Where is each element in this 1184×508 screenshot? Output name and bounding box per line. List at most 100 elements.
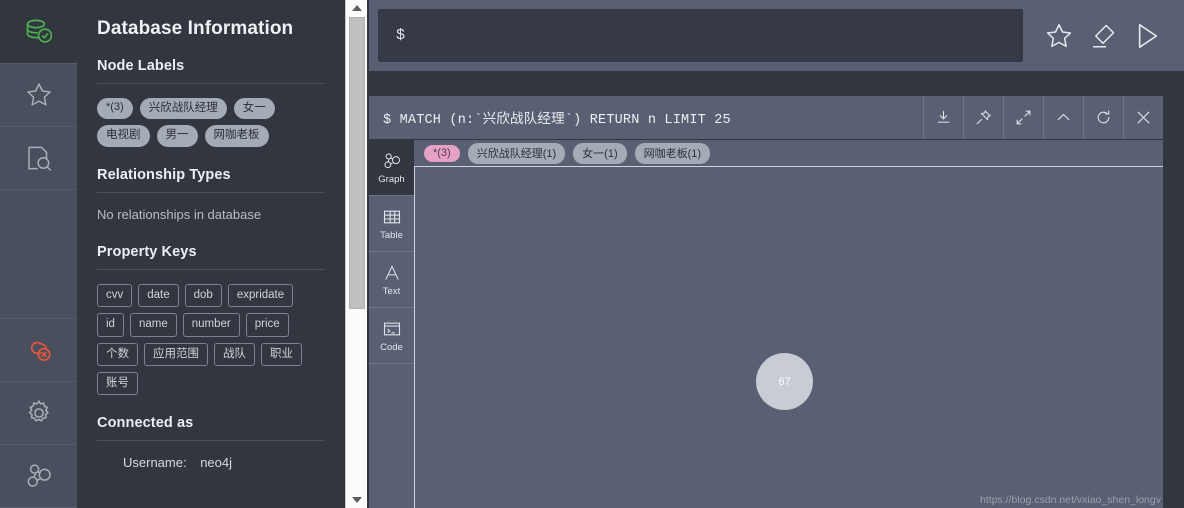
- relationship-types-heading: Relationship Types: [97, 166, 231, 183]
- property-key-chip[interactable]: number: [182, 313, 240, 337]
- property-key-chip[interactable]: date: [138, 283, 179, 308]
- property-keys-chips: cvv date dob expridate id name number pr…: [97, 283, 325, 396]
- node-label-chip[interactable]: 电视剧: [97, 125, 150, 147]
- rerun-button[interactable]: [1083, 96, 1123, 139]
- about-graph-icon: [24, 461, 54, 491]
- tab-table-label: Table: [380, 229, 403, 241]
- property-key-chip[interactable]: cvv: [97, 283, 133, 308]
- query-input[interactable]: $: [378, 9, 1023, 62]
- rail-item-connection[interactable]: [0, 317, 77, 382]
- divider: [97, 268, 325, 270]
- username-label: Username:: [123, 455, 187, 471]
- editor-frame-gap: [369, 71, 1184, 96]
- node-label-chip[interactable]: 女一: [233, 98, 275, 120]
- cloud-disconnected-icon: [24, 335, 54, 365]
- page-title: Database Information: [97, 18, 294, 39]
- node-labels-heading: Node Labels: [97, 58, 185, 74]
- relationship-types-empty: No relationships in database: [97, 206, 262, 222]
- editor-actions: [1023, 14, 1175, 58]
- query-editor-bar: $: [369, 0, 1184, 71]
- result-frame: $ MATCH (n:`兴欣战队经理`) RETURN n LIMIT 25 G…: [369, 96, 1163, 508]
- node-label-chip[interactable]: 男一: [156, 125, 198, 147]
- node-label-chip[interactable]: 兴欣战队经理: [139, 98, 227, 120]
- frame-title-bar: $ MATCH (n:`兴欣战队经理`) RETURN n LIMIT 25: [369, 96, 1163, 140]
- database-information-panel: Database Information Node Labels *(3) 兴欣…: [77, 0, 345, 508]
- frame-body: Graph Table Text Code *(3) 兴欣战队经理(1) 女一(…: [369, 140, 1163, 508]
- editor-prompt: $: [396, 27, 406, 44]
- collapse-button[interactable]: [1043, 96, 1083, 139]
- scroll-up-arrow-icon[interactable]: [346, 0, 368, 16]
- graph-canvas[interactable]: 67 https://blog.csdn.net/vxiao_shen_long…: [414, 167, 1163, 508]
- divider: [97, 440, 325, 442]
- tab-text-label: Text: [382, 285, 401, 297]
- icon-rail: [0, 0, 77, 508]
- property-key-chip[interactable]: name: [129, 313, 177, 337]
- close-icon: [1135, 109, 1152, 126]
- node-label-chip[interactable]: *(3): [97, 98, 133, 120]
- divider: [97, 83, 325, 84]
- rail-item-database[interactable]: [0, 0, 77, 65]
- tab-code-label: Code: [380, 341, 403, 353]
- connected-username-row: Username: neo4j: [97, 455, 325, 470]
- table-icon: [382, 207, 402, 227]
- code-icon: [382, 319, 402, 339]
- node-label-chip[interactable]: 网咖老板: [204, 125, 269, 147]
- download-button[interactable]: [923, 96, 963, 139]
- property-key-chip[interactable]: 战队: [214, 342, 255, 366]
- graph-legend-chip[interactable]: 兴欣战队经理(1): [467, 142, 566, 164]
- neo4j-browser-window: Database Information Node Labels *(3) 兴欣…: [0, 0, 1184, 508]
- favorite-button[interactable]: [1037, 14, 1081, 58]
- rail-item-documents[interactable]: [0, 126, 77, 191]
- graph-legend-chip[interactable]: 网咖老板(1): [634, 142, 711, 164]
- property-key-chip[interactable]: expridate: [227, 283, 294, 308]
- expand-button[interactable]: [1003, 96, 1043, 139]
- graph-node-caption: 67: [778, 375, 791, 388]
- run-button[interactable]: [1125, 14, 1169, 58]
- pin-button[interactable]: [963, 96, 1003, 139]
- frame-query-text: $ MATCH (n:`兴欣战队经理`) RETURN n LIMIT 25: [383, 113, 731, 128]
- graph-view: *(3) 兴欣战队经理(1) 女一(1) 网咖老板(1) 67 https://…: [414, 140, 1163, 508]
- divider: [97, 191, 325, 193]
- property-key-chip[interactable]: 个数: [97, 342, 138, 366]
- scrollbar-thumb[interactable]: [349, 17, 365, 309]
- username-value: neo4j: [200, 455, 233, 471]
- database-status-icon: [22, 15, 56, 49]
- close-button[interactable]: [1123, 96, 1163, 139]
- clear-eraser-icon: [1088, 21, 1118, 51]
- rail-item-settings[interactable]: [0, 380, 77, 445]
- graph-legend-chip[interactable]: *(3): [424, 144, 460, 162]
- scroll-down-arrow-icon[interactable]: [346, 492, 368, 508]
- property-key-chip[interactable]: 职业: [261, 342, 302, 366]
- rail-spacer: [0, 190, 77, 319]
- favorites-star-icon: [24, 80, 54, 110]
- main-area: $ $ MATCH (n:`兴欣战队经理`) RETURN n LIMIT 25…: [345, 0, 1184, 508]
- pin-icon: [975, 109, 992, 126]
- property-key-chip[interactable]: dob: [184, 283, 222, 308]
- connected-as-heading: Connected as: [97, 415, 194, 432]
- property-key-chip[interactable]: 应用范围: [144, 342, 208, 366]
- graph-legend-chips: *(3) 兴欣战队经理(1) 女一(1) 网咖老板(1): [414, 140, 1163, 167]
- tab-graph-label: Graph: [378, 173, 405, 185]
- clear-button[interactable]: [1081, 14, 1125, 58]
- sidebar-scrollbar[interactable]: [345, 0, 367, 508]
- refresh-icon: [1095, 109, 1112, 126]
- favorite-star-icon: [1044, 21, 1074, 51]
- view-tabs: Graph Table Text Code: [369, 140, 414, 508]
- rail-item-about[interactable]: [0, 443, 77, 508]
- tab-table[interactable]: Table: [369, 196, 414, 252]
- run-play-icon: [1131, 20, 1163, 52]
- graph-legend-chip[interactable]: 女一(1): [573, 142, 627, 164]
- graph-node[interactable]: 67: [756, 353, 813, 410]
- tab-text[interactable]: Text: [369, 252, 414, 308]
- download-icon: [935, 109, 952, 126]
- tab-graph[interactable]: Graph: [369, 140, 414, 196]
- settings-gear-icon: [24, 398, 54, 428]
- tab-code[interactable]: Code: [369, 308, 414, 364]
- property-key-chip[interactable]: id: [97, 313, 124, 337]
- rail-item-favorites[interactable]: [0, 63, 77, 128]
- property-key-chip[interactable]: 账号: [97, 371, 138, 396]
- property-keys-heading: Property Keys: [97, 243, 197, 260]
- watermark-text: https://blog.csdn.net/vxiao_shen_longv: [980, 494, 1161, 506]
- documents-search-icon: [24, 143, 54, 173]
- property-key-chip[interactable]: price: [245, 313, 289, 337]
